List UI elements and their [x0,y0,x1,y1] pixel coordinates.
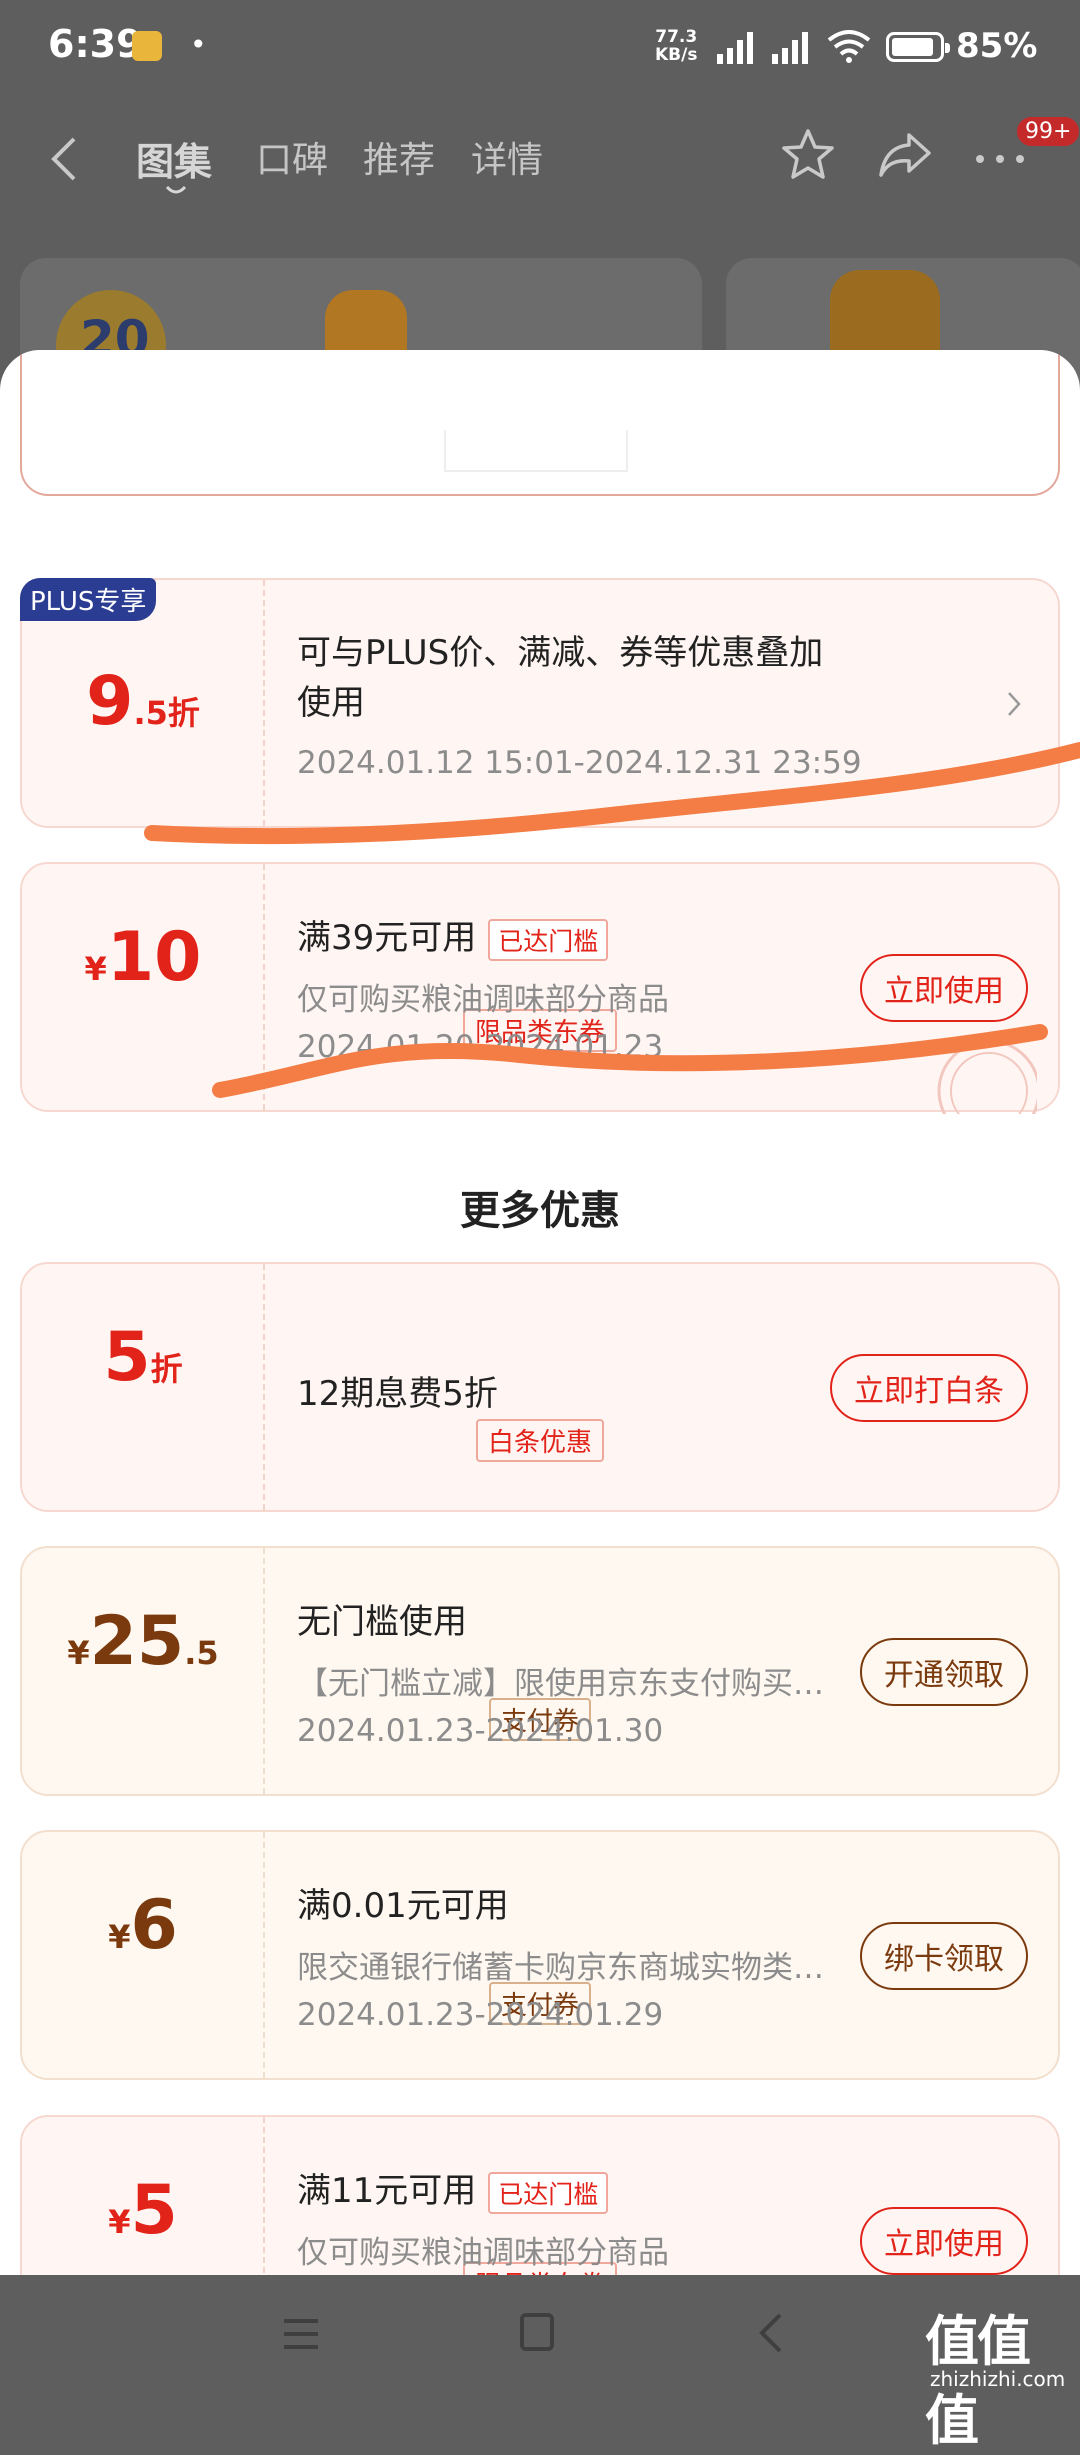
tab-recommend[interactable]: 推荐 [363,131,435,183]
battery-percentage: 85% [956,26,1038,66]
signal-icon [717,32,753,64]
more-icon[interactable] [972,153,1028,165]
message-count-badge: 99+ [1017,117,1080,146]
tab-details[interactable]: 详情 [471,131,543,183]
system-nav-bar: 值值值 zhizhizhi.com [0,2275,1080,2452]
wifi-icon [827,30,871,63]
share-icon[interactable] [877,129,933,181]
tab-gallery[interactable]: 图集 [136,131,212,186]
signal-icon-2 [772,32,808,64]
network-speed: 77.3 KB/s [655,28,697,64]
notification-dot-icon: • [190,28,207,61]
battery-icon [886,32,950,62]
product-top-nav: 图集 口碑 推荐 详情 99+ [0,95,1080,225]
clock: 6:39 [48,22,143,66]
watermark-url: zhizhizhi.com [930,2367,1066,2391]
annotation-underline-strokes [144,742,1080,1098]
recent-apps-icon[interactable] [282,2315,320,2353]
offers-sheet: 优惠 9.5折 可与PLUS价、满减、券等优惠叠加使用 2024.01.12 1… [0,350,1080,2275]
status-bar: 6:39 • 77.3 KB/s 85% [0,0,1080,95]
back-icon[interactable] [756,2311,786,2355]
notification-app-icon [132,31,162,61]
network-speed-value: 77.3 [655,27,698,47]
network-speed-unit: KB/s [655,45,698,65]
tab-indicator-icon [165,185,187,194]
back-arrow-icon[interactable] [48,135,80,183]
home-icon[interactable] [520,2313,554,2351]
star-icon[interactable] [780,127,836,183]
tab-reviews[interactable]: 口碑 [256,131,328,183]
